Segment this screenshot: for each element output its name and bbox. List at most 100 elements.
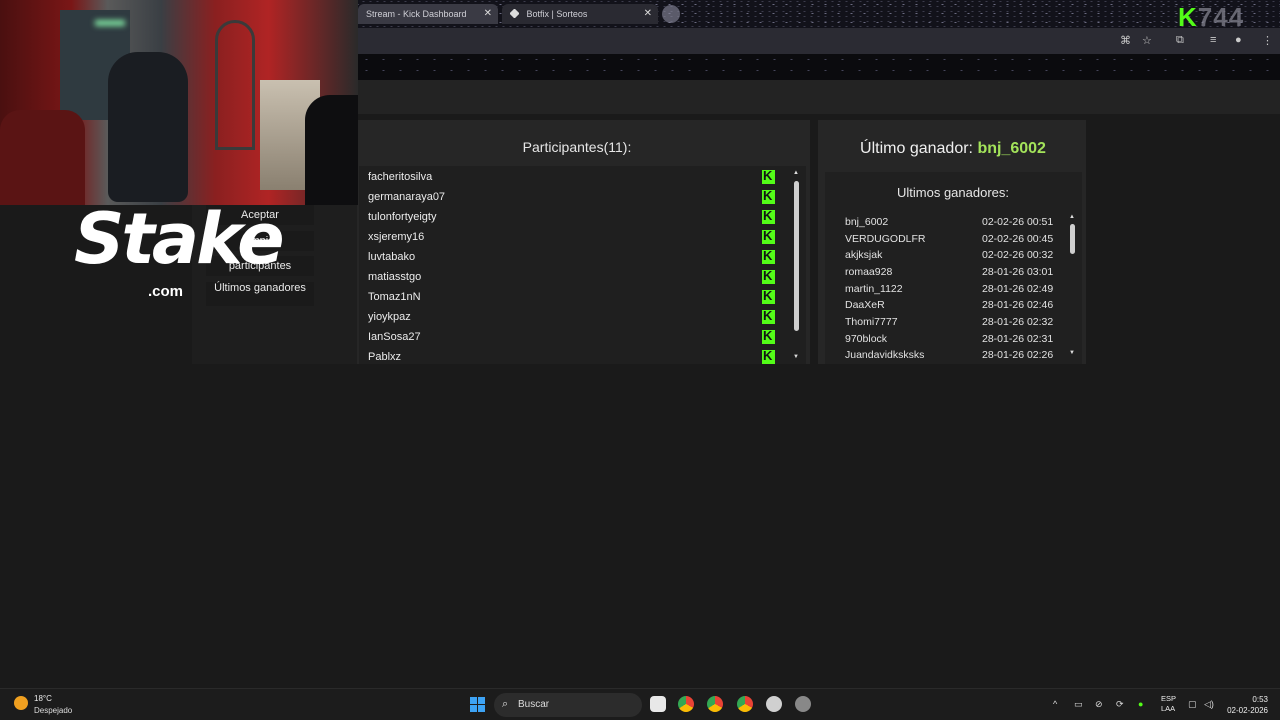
page-header-banner: [358, 54, 1280, 80]
winner-name: 970block: [845, 333, 888, 345]
winner-name: Thomi7777: [845, 316, 898, 328]
winner-row: romaa928 28-01-26 03:01: [825, 264, 1065, 280]
participant-name: IanSosa27: [368, 331, 421, 343]
tray-expand-icon[interactable]: ^: [1053, 699, 1057, 709]
translate-icon[interactable]: ⌘: [1120, 34, 1131, 47]
close-tab-icon[interactable]: ✕: [484, 4, 492, 24]
tab-botfix-sorteos[interactable]: Botfix | Sorteos ✕: [502, 4, 658, 24]
winner-name: romaa928: [845, 266, 893, 278]
windows-start-icon[interactable]: [470, 697, 485, 712]
kick-platform-icon: [762, 228, 775, 244]
obs-icon[interactable]: [795, 696, 811, 712]
kick-platform-icon: [762, 288, 775, 304]
last-winner-heading: Último ganador: bnj_6002: [818, 140, 1088, 158]
winner-date: 28-01-26 02:31: [982, 333, 1054, 345]
webcam-scene-person: [305, 95, 358, 205]
winner-name: akjksjak: [845, 249, 883, 261]
winner-row: DaaXeR 28-01-26 02:46: [825, 297, 1065, 313]
keyboard-layout: LAA: [1161, 704, 1176, 713]
weather-temperature[interactable]: 18°C: [34, 694, 52, 703]
kick-platform-icon: [762, 168, 775, 184]
winners-scrollbar[interactable]: ▲ ▼: [1069, 214, 1076, 356]
search-icon: ⌕: [502, 698, 509, 710]
extensions-icon[interactable]: ⧉: [1176, 34, 1184, 47]
participant-name: xsjeremy16: [368, 231, 425, 243]
stake-logo-domain: .com: [148, 283, 184, 300]
system-clock[interactable]: 0:53 02-02-2026: [1226, 694, 1268, 716]
participant-row[interactable]: tulonfortyeigty: [359, 207, 779, 227]
participant-name: luvtabako: [368, 251, 416, 263]
webcam-overlay: [0, 0, 358, 205]
kick-platform-icon: [762, 188, 775, 204]
scroll-up-icon[interactable]: ▲: [1069, 214, 1075, 220]
media-player-icon[interactable]: [766, 696, 782, 712]
windows-taskbar: 18°C Despejado ⌕ Buscar ^ ▭ ⊘ ⟳ ● ESP LAA…: [0, 688, 1280, 720]
participant-row[interactable]: facheritosilva: [359, 167, 779, 187]
display-icon[interactable]: ▢: [1188, 699, 1197, 710]
scrollbar-thumb[interactable]: [794, 181, 799, 331]
winner-date: 28-01-26 02:46: [982, 299, 1054, 311]
botfix-favicon-icon: [510, 9, 519, 18]
participant-name: tulonfortyeigty: [368, 211, 437, 223]
winner-row: Thomi7777 28-01-26 02:32: [825, 314, 1065, 330]
media-queue-icon[interactable]: ≡: [1210, 34, 1216, 46]
volume-icon[interactable]: ◁): [1204, 699, 1214, 710]
menu-kebab-icon[interactable]: ⋮: [1262, 34, 1273, 47]
new-tab-button[interactable]: [662, 5, 680, 23]
microphone-icon[interactable]: ●: [1138, 699, 1143, 709]
tab-label: Botfix | Sorteos: [526, 9, 588, 19]
participants-panel: Participantes(11): facheritosilva german…: [357, 120, 810, 364]
page-nav-bar: [358, 80, 1280, 114]
participant-row[interactable]: IanSosa27: [359, 327, 779, 347]
webcam-scene-mirror: [215, 20, 255, 150]
participant-name: germanaraya07: [368, 191, 446, 203]
kick-platform-icon: [762, 268, 775, 284]
tab-kick-dashboard[interactable]: Stream - Kick Dashboard ✕: [358, 4, 498, 24]
participant-row[interactable]: Pablxz: [359, 347, 779, 364]
scrollbar-thumb[interactable]: [1070, 224, 1075, 254]
participant-row[interactable]: luvtabako: [359, 247, 779, 267]
chrome-profile-2-icon[interactable]: [737, 696, 753, 712]
participant-name: matiasstgo: [368, 271, 422, 283]
participant-row[interactable]: Tomaz1nN: [359, 287, 779, 307]
kick-platform-icon: [762, 328, 775, 344]
search-placeholder: Buscar: [518, 699, 550, 710]
tray-sync-icon[interactable]: ⟳: [1116, 699, 1124, 710]
winner-date: 02-02-26 00:45: [982, 233, 1054, 245]
webcam-scene-light: [95, 20, 125, 26]
winner-date: 28-01-26 02:49: [982, 283, 1054, 295]
language-code: ESP: [1161, 694, 1177, 703]
language-indicator[interactable]: ESP LAA: [1161, 694, 1176, 714]
tray-network-off-icon[interactable]: ⊘: [1095, 699, 1103, 710]
last-winners-button[interactable]: Últimos ganadores: [206, 282, 314, 306]
last-winner-label: Último ganador:: [860, 140, 973, 157]
close-tab-icon[interactable]: ✕: [644, 4, 652, 24]
chrome-profile-icon[interactable]: [707, 696, 723, 712]
clock-time: 0:53: [1252, 695, 1268, 704]
weather-description[interactable]: Despejado: [34, 706, 72, 715]
chrome-icon[interactable]: [678, 696, 694, 712]
participants-list[interactable]: facheritosilva germanaraya07 tulonfortye…: [359, 166, 806, 364]
scroll-up-icon[interactable]: ▲: [793, 170, 799, 176]
winner-date: 02-02-26 00:32: [982, 249, 1054, 261]
winner-name: DaaXeR: [845, 299, 885, 311]
kick-platform-icon: [762, 248, 775, 264]
winner-name: VERDUGODLFR: [845, 233, 926, 245]
kick-brand-overlay: K744: [1178, 4, 1244, 30]
winner-date: 28-01-26 02:26: [982, 349, 1054, 361]
participant-row[interactable]: germanaraya07: [359, 187, 779, 207]
participant-row[interactable]: yioykpaz: [359, 307, 779, 327]
task-view-icon[interactable]: [650, 696, 666, 712]
participants-scrollbar[interactable]: ▲ ▼: [793, 170, 800, 360]
screen: { "browser": { "tabs": [ {"label": "Stre…: [0, 0, 1280, 720]
bookmark-star-icon[interactable]: ☆: [1142, 34, 1152, 47]
weather-icon[interactable]: [14, 696, 28, 710]
taskbar-search-box[interactable]: ⌕ Buscar: [494, 693, 642, 717]
participant-row[interactable]: xsjeremy16: [359, 227, 779, 247]
profile-icon[interactable]: ●: [1235, 34, 1242, 46]
participant-row[interactable]: matiasstgo: [359, 267, 779, 287]
scroll-down-icon[interactable]: ▼: [793, 354, 799, 360]
winner-date: 02-02-26 00:51: [982, 216, 1054, 228]
scroll-down-icon[interactable]: ▼: [1069, 350, 1075, 356]
tray-app-icon[interactable]: ▭: [1074, 699, 1083, 710]
